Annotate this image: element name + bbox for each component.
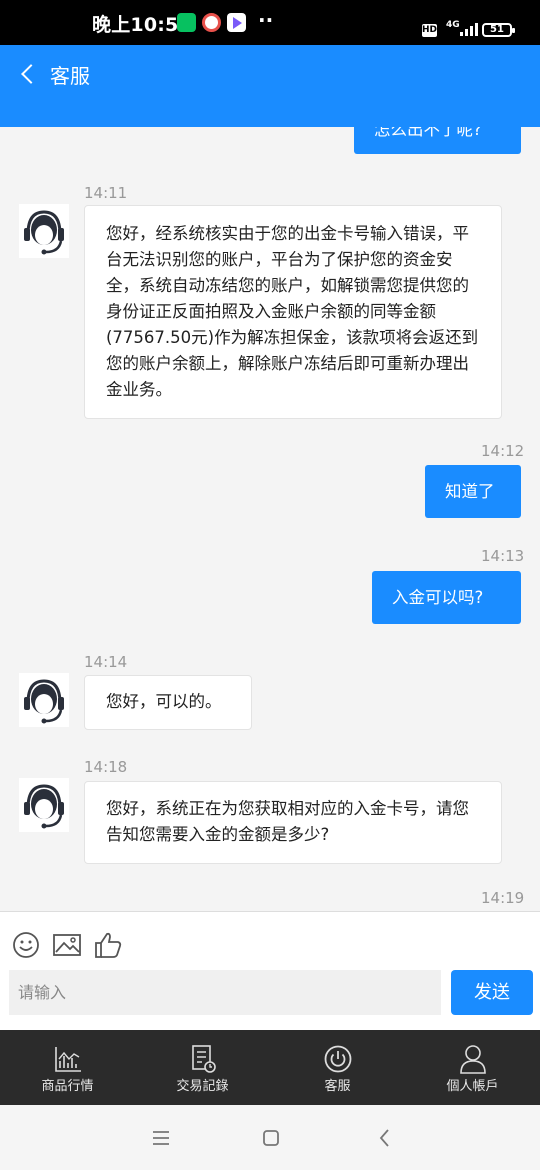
back-button[interactable] <box>18 60 42 88</box>
message-bubble-incoming: 您好，可以的。 <box>84 675 252 730</box>
status-bar: 晚上10:52 ·· HD 4G 51 <box>0 0 540 45</box>
nav-label: 客服 <box>324 1079 351 1094</box>
message-timestamp: 14:19 <box>481 889 525 907</box>
nav-label: 交易記錄 <box>176 1079 229 1094</box>
message-timestamp: 14:12 <box>481 442 525 460</box>
home-icon[interactable] <box>260 1127 282 1149</box>
message-bubble-outgoing: 怎么出不了呢? <box>354 127 521 154</box>
nav-label: 商品行情 <box>41 1079 94 1094</box>
user-icon <box>459 1045 486 1074</box>
message-text: 怎么出不了呢? <box>374 127 482 139</box>
menu-icon[interactable] <box>150 1127 172 1149</box>
hd-badge: HD <box>422 24 438 37</box>
chart-icon <box>54 1047 81 1072</box>
message-text: 您好，经系统核实由于您的出金卡号输入错误，平台无法识别您的账户，平台为了保护您的… <box>106 224 479 399</box>
message-bubble-incoming: 您好，经系统核实由于您的出金卡号输入错误，平台无法识别您的账户，平台为了保护您的… <box>84 205 502 419</box>
agent-avatar-icon <box>19 673 69 727</box>
message-timestamp: 14:14 <box>84 653 128 671</box>
chat-area[interactable]: 怎么出不了呢? 14:11 您好，经系统核实由于您的出金卡号输入错误，平台无法识… <box>0 127 540 911</box>
network-type: 4G <box>446 20 460 30</box>
battery-icon: 51 <box>482 23 515 37</box>
system-nav-bar <box>0 1105 540 1170</box>
nav-item-market[interactable]: 商品行情 <box>0 1030 135 1105</box>
message-text: 入金可以吗? <box>392 588 484 607</box>
pinwheel-app-icon <box>202 13 221 32</box>
page-title: 客服 <box>50 64 90 88</box>
record-icon <box>191 1045 216 1073</box>
message-timestamp: 14:13 <box>481 547 525 565</box>
image-icon[interactable] <box>52 930 82 960</box>
thumbs-up-icon[interactable] <box>93 930 123 960</box>
message-text: 您好，可以的。 <box>106 692 222 711</box>
message-input[interactable] <box>9 970 441 1015</box>
message-timestamp: 14:11 <box>84 184 128 202</box>
nav-label: 個人帳戶 <box>446 1079 499 1094</box>
emoji-icon[interactable] <box>11 930 41 960</box>
back-icon[interactable] <box>374 1127 396 1149</box>
video-app-icon <box>227 13 246 32</box>
agent-avatar-icon <box>19 778 69 832</box>
nav-item-records[interactable]: 交易記錄 <box>135 1030 270 1105</box>
message-timestamp: 14:18 <box>84 758 128 776</box>
status-app-icons <box>177 13 246 32</box>
nav-item-account[interactable]: 個人帳戶 <box>405 1030 540 1105</box>
message-bubble-incoming: 您好，系统正在为您获取相对应的入金卡号，请您告知您需要入金的金额是多少? <box>84 781 502 864</box>
nav-item-service[interactable]: 客服 <box>270 1030 405 1105</box>
signal-icon <box>460 22 478 36</box>
send-button[interactable]: 发送 <box>451 970 533 1015</box>
header-bar: 客服 <box>0 45 540 127</box>
service-icon <box>324 1045 351 1073</box>
wechat-icon <box>177 13 196 32</box>
message-bubble-outgoing: 入金可以吗? <box>372 571 521 624</box>
bottom-nav: 商品行情 交易記錄 客服 個人帳戶 <box>0 1030 540 1105</box>
message-text: 知道了 <box>445 482 495 501</box>
more-notifications-icon: ·· <box>258 8 274 32</box>
message-bubble-outgoing: 知道了 <box>425 465 521 518</box>
agent-avatar-icon <box>19 204 69 258</box>
message-composer: 发送 <box>0 911 540 1030</box>
message-text: 您好，系统正在为您获取相对应的入金卡号，请您告知您需要入金的金额是多少? <box>106 799 469 844</box>
